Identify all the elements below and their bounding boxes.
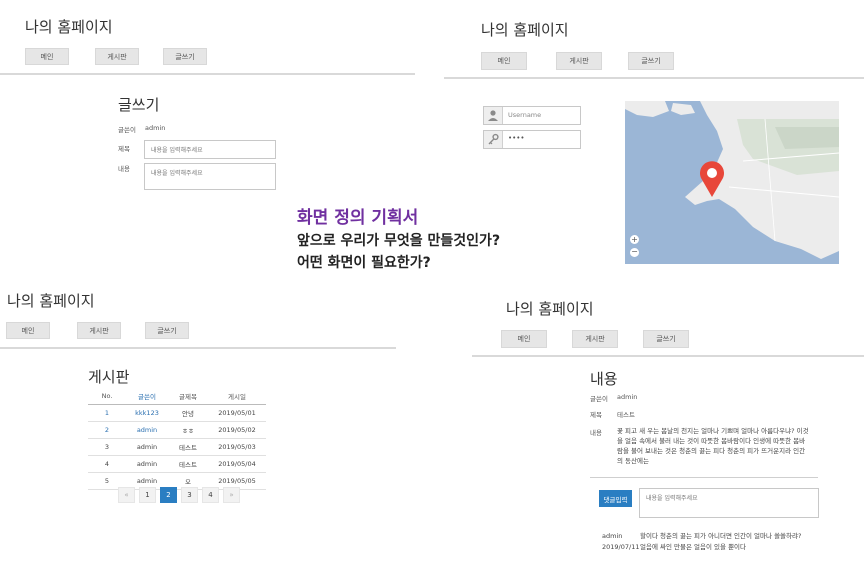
row-date: 2019/05/01 xyxy=(208,404,266,422)
nav-board-button[interactable]: 게시판 xyxy=(556,52,602,70)
author-label: 글쓴이 xyxy=(118,126,136,134)
row-date: 2019/05/03 xyxy=(208,438,266,456)
map-land-shapes xyxy=(625,101,839,259)
user-icon xyxy=(484,107,503,124)
board-table: No. 글쓴이 글제목 게시일 1 kkk123 안녕 2019/05/01 2… xyxy=(88,388,266,490)
nav-main-button[interactable]: 메인 xyxy=(25,48,69,65)
row-title[interactable]: 테스트 xyxy=(168,438,208,456)
page-3-button[interactable]: 3 xyxy=(181,487,198,503)
row-author[interactable]: admin xyxy=(126,421,168,439)
content-body: 꽃 피고 새 우는 봄날의 천지는 얼마나 기쁘며 얼마나 아름다우냐? 이것 … xyxy=(617,426,809,466)
nav-write-button[interactable]: 글쓰기 xyxy=(628,52,674,70)
nav-write-button[interactable]: 글쓰기 xyxy=(163,48,207,65)
table-row[interactable]: 4 admin 테스트 2019/05/04 xyxy=(88,455,266,473)
headline-line-1: 앞으로 우리가 무엇을 만들것인가? xyxy=(297,233,501,249)
row-no: 3 xyxy=(88,438,126,456)
nav-main-button[interactable]: 메인 xyxy=(501,330,547,348)
author-label: 글쓴이 xyxy=(590,395,608,403)
username-field[interactable]: Username xyxy=(483,106,581,125)
header-divider xyxy=(444,77,864,79)
comment-submit-button[interactable]: 댓글입력 xyxy=(599,490,632,507)
content-line: 람을 불어 보내는 것은 청춘의 끓는 피다 청춘의 피가 뜨거운지라 인간 xyxy=(617,447,806,455)
author-value: admin xyxy=(145,124,166,132)
content-divider xyxy=(590,477,818,478)
page-next-button[interactable]: » xyxy=(223,487,240,503)
nav-main-button[interactable]: 메인 xyxy=(481,52,527,70)
table-row[interactable]: 2 admin ㅎㅎ 2019/05/02 xyxy=(88,421,266,439)
comment-author: admin xyxy=(602,532,623,540)
content-line: 의 동산에는 xyxy=(617,457,649,465)
header-divider xyxy=(472,355,864,357)
view-heading: 내용 xyxy=(590,370,618,388)
header-divider xyxy=(0,347,396,349)
table-row[interactable]: 3 admin 테스트 2019/05/03 xyxy=(88,438,266,456)
content-line: 꽃 피고 새 우는 봄날의 천지는 얼마나 기쁘며 얼마나 아름다우냐? 이것 xyxy=(617,427,809,435)
table-row[interactable]: 1 kkk123 안녕 2019/05/01 xyxy=(88,404,266,422)
col-author: 글쓴이 xyxy=(126,388,168,405)
row-date: 2019/05/04 xyxy=(208,455,266,473)
site-title: 나의 홈페이지 xyxy=(25,18,113,36)
site-title: 나의 홈페이지 xyxy=(7,292,95,310)
key-icon xyxy=(484,131,503,148)
title-input[interactable]: 내용을 입력해주세요 xyxy=(144,140,276,159)
comment-date: 2019/07/11 xyxy=(602,543,640,551)
username-placeholder: Username xyxy=(508,111,542,119)
site-title: 나의 홈페이지 xyxy=(481,21,569,39)
title-label: 제목 xyxy=(118,145,130,153)
page-prev-button[interactable]: « xyxy=(118,487,135,503)
row-author[interactable]: admin xyxy=(126,455,168,473)
row-title[interactable]: 테스트 xyxy=(168,455,208,473)
content-label: 내용 xyxy=(590,429,602,437)
row-date: 2019/05/02 xyxy=(208,421,266,439)
board-heading: 게시판 xyxy=(88,368,130,386)
nav-board-button[interactable]: 게시판 xyxy=(95,48,139,65)
zoom-in-button[interactable]: + xyxy=(630,235,639,244)
author-value: admin xyxy=(617,393,638,401)
nav-main-button[interactable]: 메인 xyxy=(6,322,50,339)
content-line: 을 얼음 속에서 불러 내는 것이 따뜻한 봄바람이다 인생에 따뜻한 봄바 xyxy=(617,437,806,445)
row-author[interactable]: kkk123 xyxy=(126,404,168,422)
row-title[interactable]: ㅎㅎ xyxy=(168,421,208,439)
comment-line: 얼음에 싸인 만물은 얼음이 있을 뿐이다 xyxy=(640,543,747,551)
comment-meta: admin 2019/07/11 xyxy=(602,531,639,553)
page-2-button[interactable]: 2 xyxy=(160,487,177,503)
page-4-button[interactable]: 4 xyxy=(202,487,219,503)
nav-write-button[interactable]: 글쓰기 xyxy=(643,330,689,348)
table-header-row: No. 글쓴이 글제목 게시일 xyxy=(88,388,266,405)
headline-title: 화면 정의 기획서 xyxy=(297,208,419,228)
nav-board-button[interactable]: 게시판 xyxy=(77,322,121,339)
header-divider xyxy=(0,73,415,75)
col-no: No. xyxy=(88,388,126,405)
content-label: 내용 xyxy=(118,165,130,173)
row-title[interactable]: 안녕 xyxy=(168,404,208,422)
col-date: 게시일 xyxy=(208,388,266,405)
map-view[interactable]: + − xyxy=(625,101,839,264)
zoom-out-button[interactable]: − xyxy=(630,248,639,257)
content-input[interactable]: 내용을 입력해주세요 xyxy=(144,163,276,190)
comment-input[interactable]: 내용을 입력해주세요 xyxy=(639,488,819,518)
row-no: 4 xyxy=(88,455,126,473)
write-heading: 글쓰기 xyxy=(118,96,160,114)
headline-line-2: 어떤 화면이 필요한가? xyxy=(297,255,431,271)
col-title: 글제목 xyxy=(168,388,208,405)
comment-line: 할이다 청춘의 끓는 피가 아니더면 인간이 얼마나 쓸쓸하랴? xyxy=(640,532,802,540)
row-author[interactable]: admin xyxy=(126,438,168,456)
nav-write-button[interactable]: 글쓰기 xyxy=(145,322,189,339)
title-value: 테스트 xyxy=(617,411,635,419)
page-1-button[interactable]: 1 xyxy=(139,487,156,503)
row-no: 2 xyxy=(88,421,126,439)
row-no: 1 xyxy=(88,404,126,422)
comment-body: 할이다 청춘의 끓는 피가 아니더면 인간이 얼마나 쓸쓸하랴? 얼음에 싸인 … xyxy=(640,531,801,553)
map-pin-icon xyxy=(696,159,728,199)
title-label: 제목 xyxy=(590,411,602,419)
password-field[interactable]: •••• xyxy=(483,130,581,149)
nav-board-button[interactable]: 게시판 xyxy=(572,330,618,348)
site-title: 나의 홈페이지 xyxy=(506,300,594,318)
password-value: •••• xyxy=(508,134,525,142)
